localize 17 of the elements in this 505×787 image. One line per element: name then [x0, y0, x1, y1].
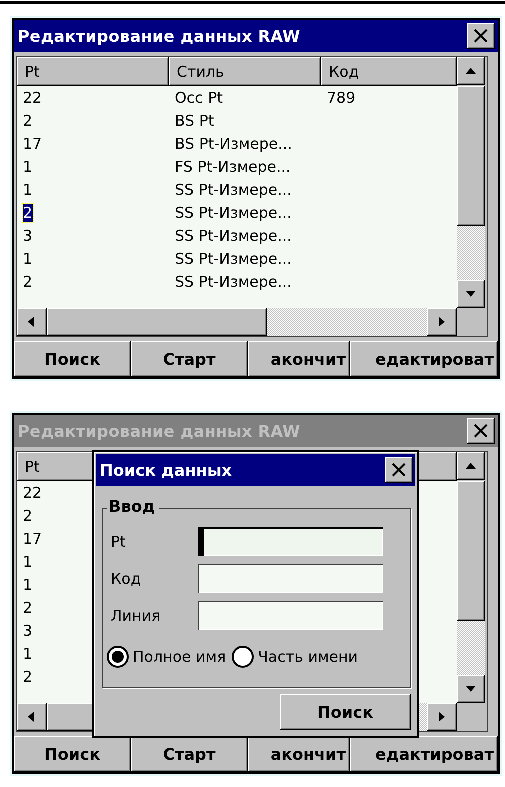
table-cell: Occ Pt [175, 88, 223, 106]
window-title: Редактирование данных RAW [18, 422, 301, 440]
table-cell: BS Pt [175, 112, 214, 130]
table-cell: SS Pt-Измере... [175, 204, 292, 222]
table-cell: SS Pt-Измере... [175, 180, 292, 198]
table-cell: FS Pt-Измере... [175, 158, 291, 176]
table-cell: SS Pt-Измере... [175, 226, 292, 244]
field-label: Линия [111, 606, 162, 624]
window-title: Редактирование данных RAW [18, 26, 301, 46]
table-cell: SS Pt-Измере... [175, 250, 292, 268]
dialog-title: Поиск данных [100, 460, 232, 480]
table-cell: BS Pt-Измере... [175, 134, 292, 152]
table-cell: 789 [327, 88, 356, 106]
table-cell: SS Pt-Измере... [175, 272, 292, 290]
field-label: Код [111, 570, 142, 588]
group-label: Ввод [107, 497, 160, 516]
field-label: Pt [111, 532, 127, 550]
